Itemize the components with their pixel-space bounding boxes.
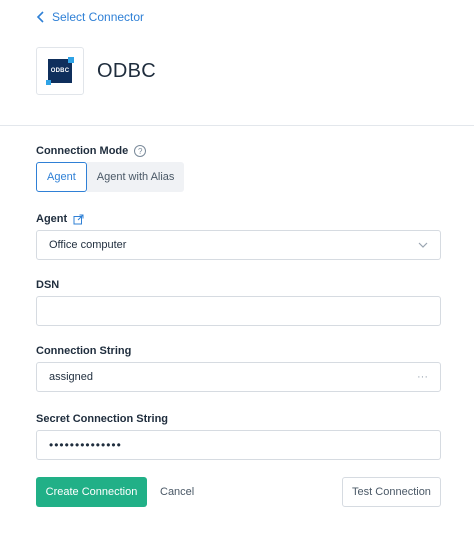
page-title: ODBC [97,59,156,82]
connection-mode-label: Connection Mode ? [36,145,147,157]
connector-header: ODBC ODBC [36,47,156,95]
mode-option-agent-with-alias[interactable]: Agent with Alias [86,162,185,192]
chevron-left-icon [36,11,44,23]
secret-connection-string-label: Secret Connection String [36,413,169,425]
connection-string-value: assigned [49,371,94,383]
back-link-label: Select Connector [52,10,145,24]
back-link[interactable]: Select Connector [36,10,144,24]
test-connection-button[interactable]: Test Connection [342,477,441,507]
help-icon[interactable]: ? [134,145,147,157]
more-options-icon[interactable]: ··· [417,371,428,383]
header-divider [0,125,474,126]
connector-logo-box: ODBC [36,47,84,95]
odbc-logo: ODBC [46,57,74,85]
external-link-icon[interactable] [73,214,84,225]
connection-string-input[interactable]: assigned ··· [36,362,441,392]
logo-text: ODBC [50,68,70,74]
connection-mode-toggle: Agent Agent with Alias [36,162,185,192]
cancel-button[interactable]: Cancel [160,477,194,507]
secret-connection-string-input[interactable]: •••••••••••••• [36,430,441,460]
mode-option-agent[interactable]: Agent [36,162,87,192]
secret-connection-string-value: •••••••••••••• [49,438,122,452]
agent-select[interactable]: Office computer [36,230,441,260]
dsn-input[interactable] [36,296,441,326]
agent-select-value: Office computer [49,239,127,251]
dsn-label: DSN [36,279,60,291]
connection-string-label: Connection String [36,345,132,357]
create-connection-button[interactable]: Create Connection [36,477,147,507]
chevron-down-icon [418,242,428,248]
agent-label: Agent [36,213,84,225]
